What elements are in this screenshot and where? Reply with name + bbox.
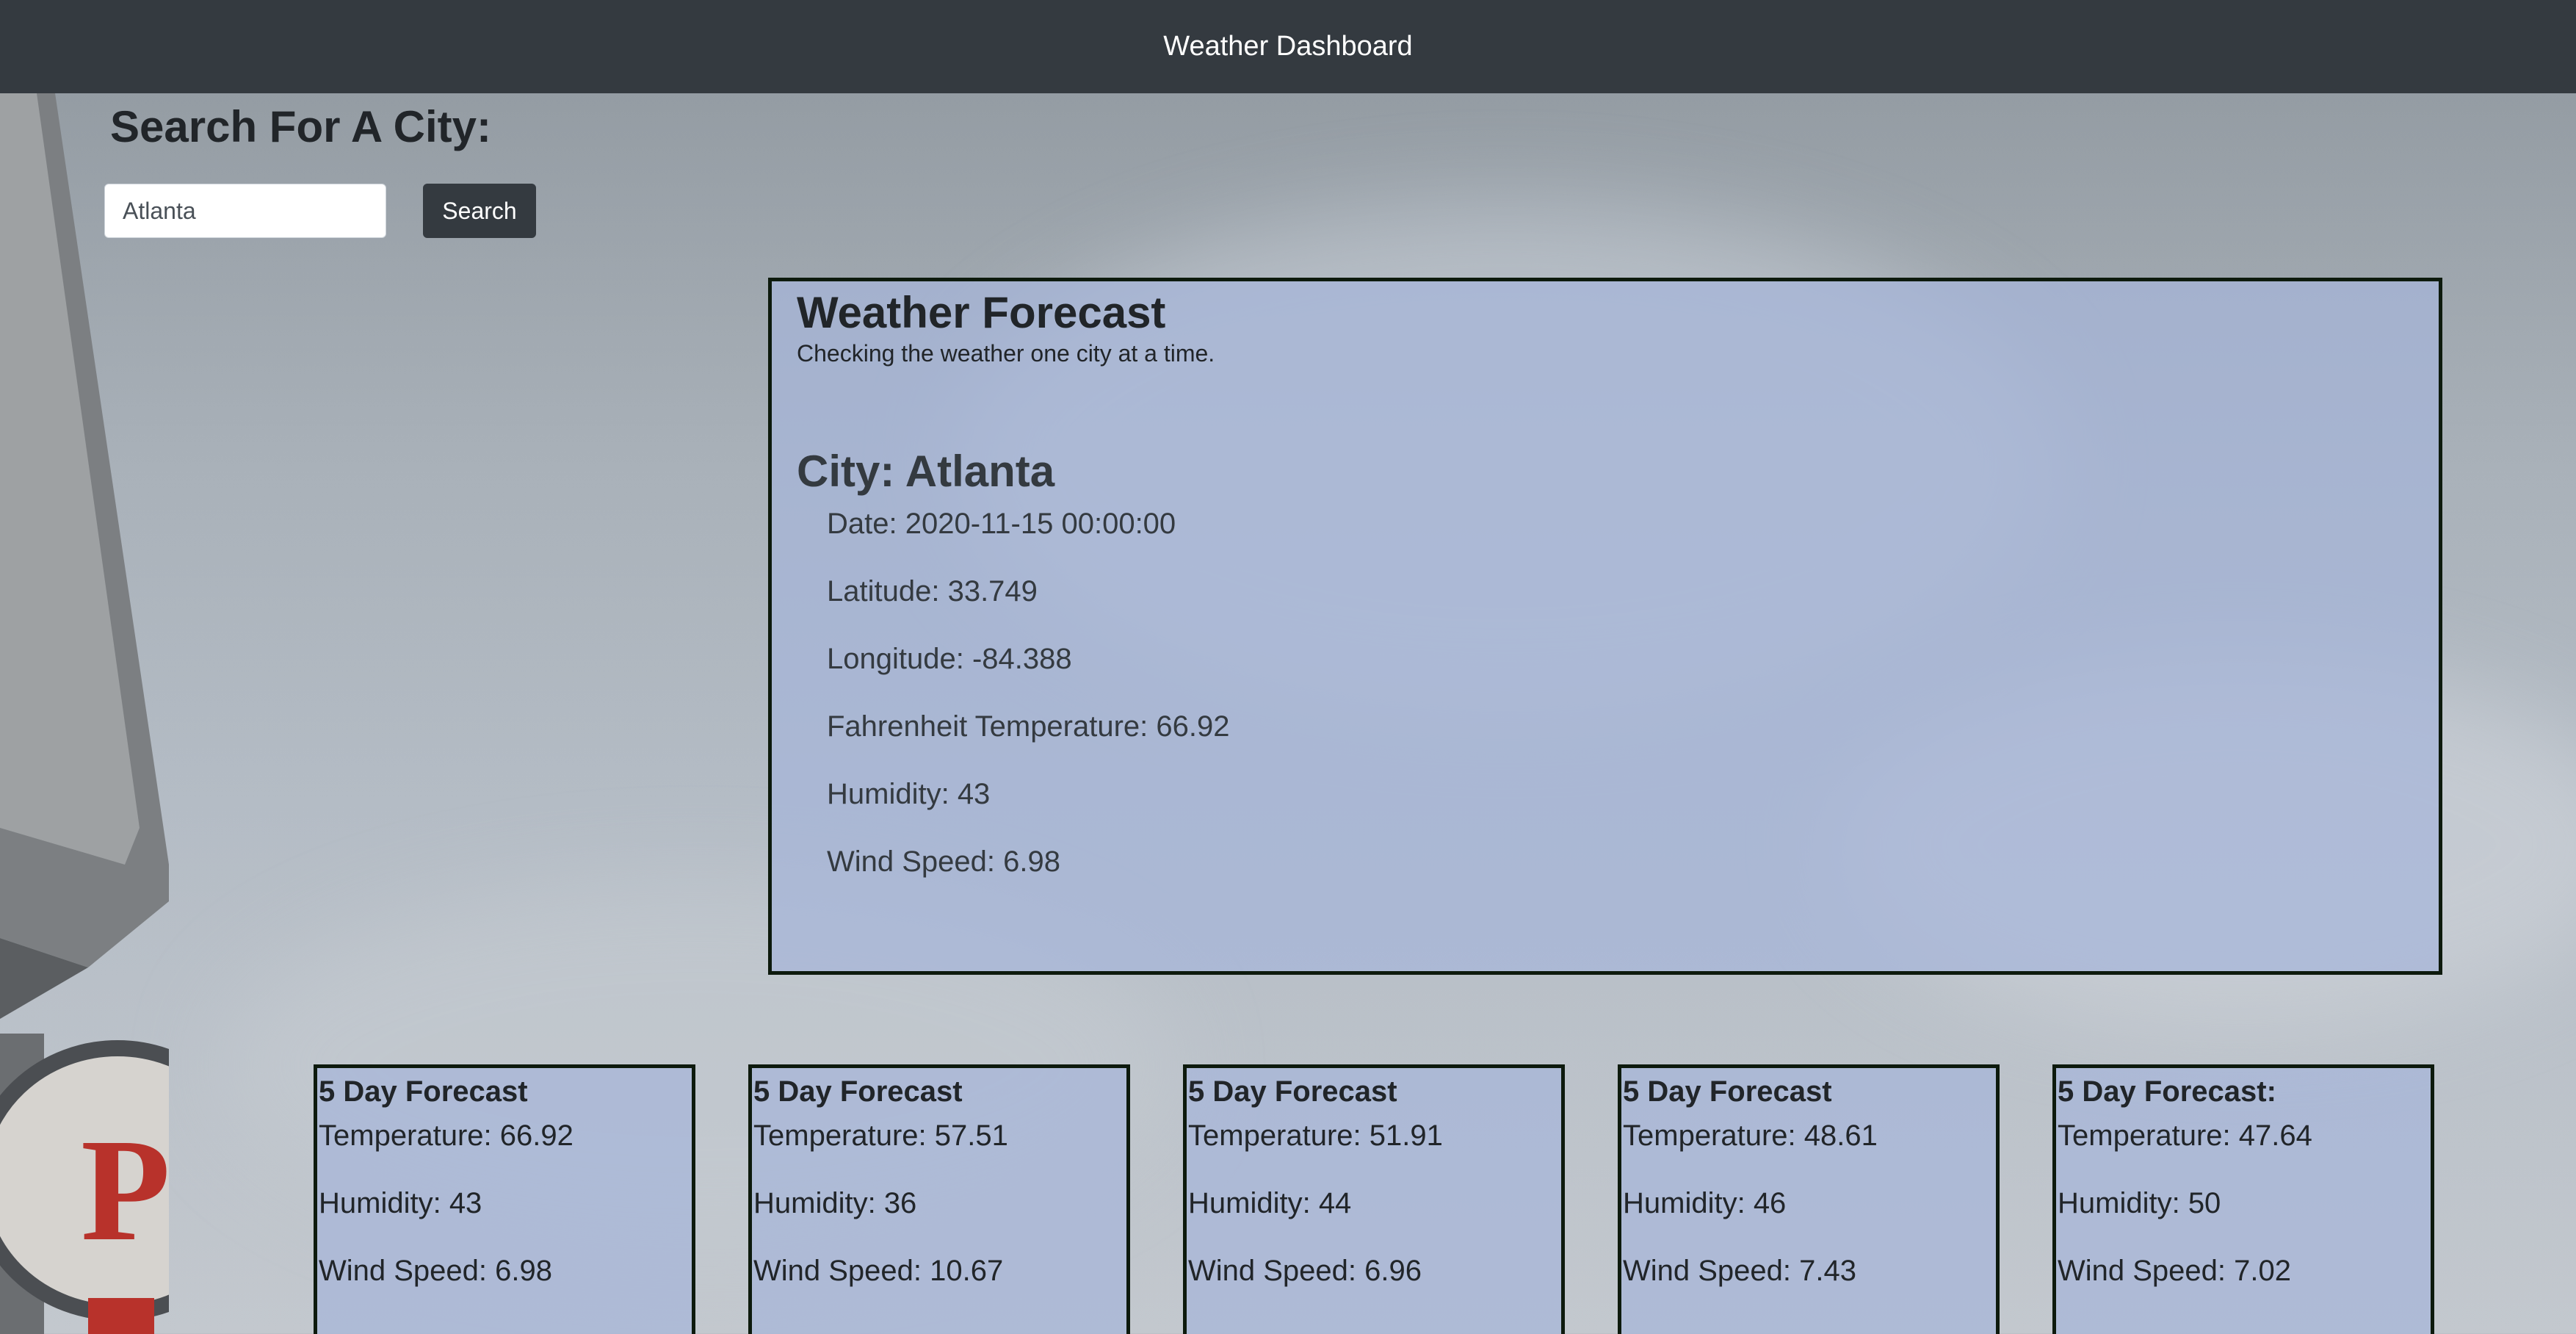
humidity-detail: Humidity: 43 [827,778,991,810]
forecast-humidity: Humidity: 46 [1623,1187,1787,1219]
forecast-title: 5 Day Forecast [753,1075,963,1108]
svg-text:P: P [81,1109,169,1272]
latitude-detail: Latitude: 33.749 [827,575,1038,607]
longitude-detail: Longitude: -84.388 [827,643,1072,675]
wind-speed-detail: Wind Speed: 6.98 [827,846,1060,878]
forecast-humidity: Humidity: 50 [2058,1187,2221,1219]
card-title: Weather Forecast [797,288,1166,337]
city-search-input[interactable] [104,184,386,238]
forecast-card: 5 Day Forecast: Temperature: 47.64 Humid… [2052,1064,2434,1334]
forecast-humidity: Humidity: 43 [319,1187,482,1219]
forecast-card: 5 Day Forecast Temperature: 66.92 Humidi… [314,1064,695,1334]
city-name: City: Atlanta [797,447,1055,496]
search-heading: Search For A City: [110,102,491,151]
forecast-temperature: Temperature: 47.64 [2058,1120,2312,1152]
forecast-wind-speed: Wind Speed: 6.96 [1188,1255,1422,1287]
forecast-title: 5 Day Forecast: [2058,1075,2276,1108]
forecast-card: 5 Day Forecast Temperature: 51.91 Humidi… [1183,1064,1565,1334]
card-subtitle: Checking the weather one city at a time. [797,340,1215,367]
forecast-title: 5 Day Forecast [1188,1075,1397,1108]
temperature-detail: Fahrenheit Temperature: 66.92 [827,710,1230,743]
forecast-card: 5 Day Forecast Temperature: 48.61 Humidi… [1618,1064,2000,1334]
forecast-temperature: Temperature: 57.51 [753,1120,1008,1152]
forecast-title: 5 Day Forecast [319,1075,528,1108]
forecast-wind-speed: Wind Speed: 7.43 [1623,1255,1856,1287]
forecast-humidity: Humidity: 44 [1188,1187,1352,1219]
forecast-wind-speed: Wind Speed: 6.98 [319,1255,552,1287]
forecast-temperature: Temperature: 48.61 [1623,1120,1878,1152]
app-title: Weather Dashboard [1163,31,1413,62]
date-detail: Date: 2020-11-15 00:00:00 [827,508,1176,540]
forecast-humidity: Humidity: 36 [753,1187,917,1219]
forecast-wind-speed: Wind Speed: 7.02 [2058,1255,2291,1287]
top-navbar: Weather Dashboard [0,0,2576,93]
forecast-title: 5 Day Forecast [1623,1075,1832,1108]
search-button[interactable]: Search [423,184,536,238]
forecast-temperature: Temperature: 66.92 [319,1120,574,1152]
forecast-wind-speed: Wind Speed: 10.67 [753,1255,1004,1287]
forecast-temperature: Temperature: 51.91 [1188,1120,1443,1152]
forecast-card: 5 Day Forecast Temperature: 57.51 Humidi… [748,1064,1130,1334]
current-weather-card: Weather Forecast Checking the weather on… [768,278,2442,975]
background-building-image: P [0,93,169,1334]
